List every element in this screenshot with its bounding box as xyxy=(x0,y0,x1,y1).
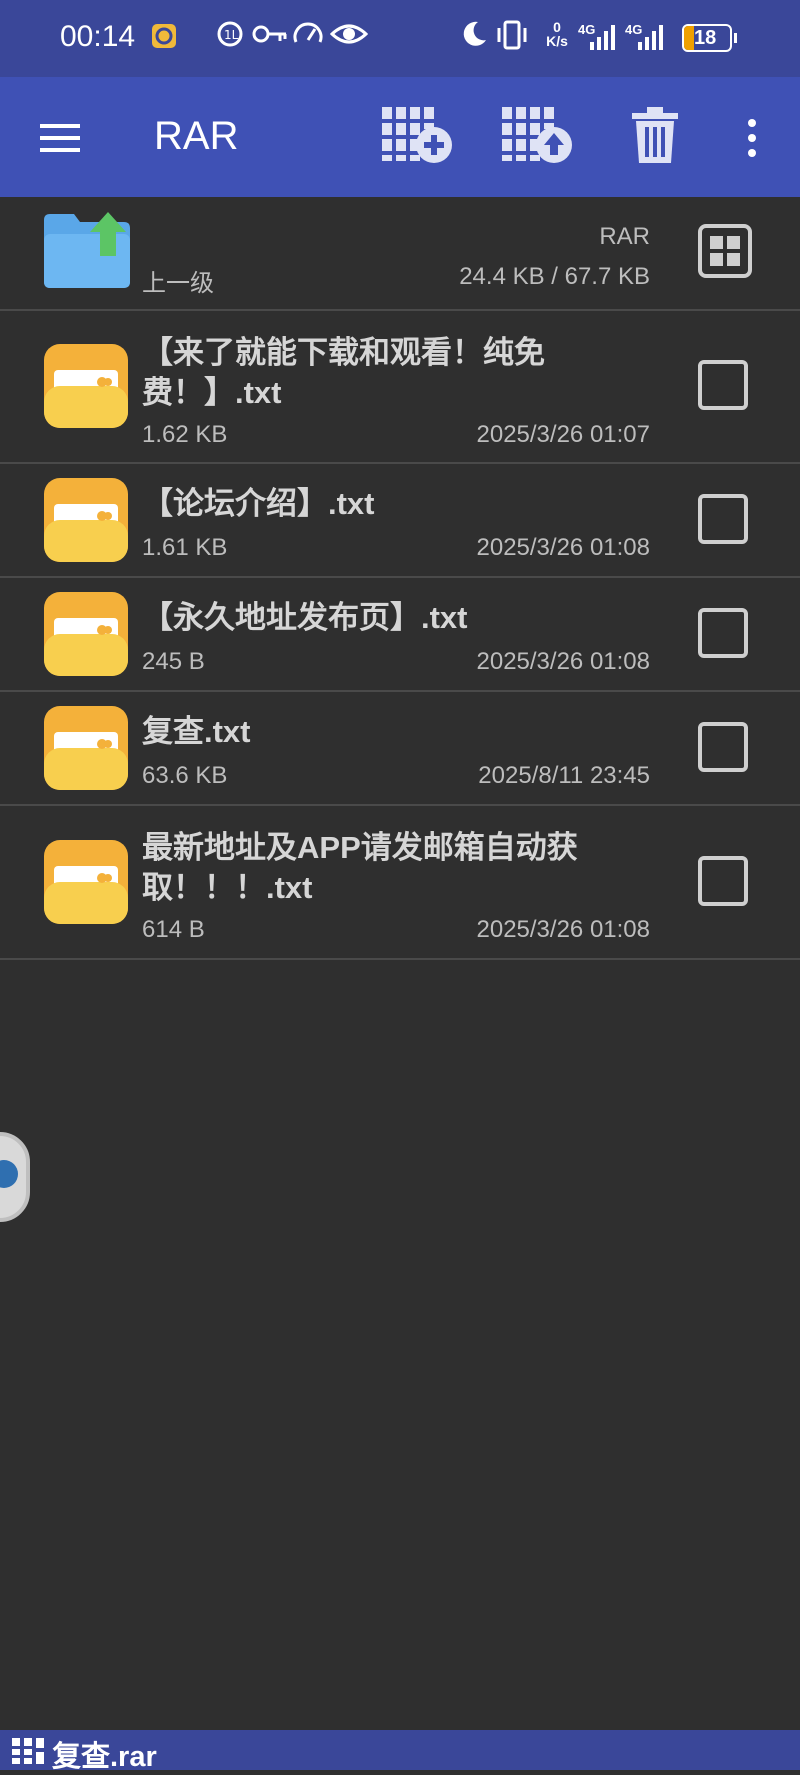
file-row[interactable]: 【永久地址发布页】.txt 245 B 2025/3/26 01:08 xyxy=(0,578,800,692)
file-row[interactable]: 复查.txt 63.6 KB 2025/8/11 23:45 xyxy=(0,692,800,806)
file-checkbox[interactable] xyxy=(698,494,748,544)
archive-size-ratio: 24.4 KB / 67.7 KB xyxy=(459,263,650,290)
file-row[interactable]: 最新地址及APP请发邮箱自动获 取！！！.txt 614 B 2025/3/26… xyxy=(0,806,800,960)
file-size: 1.61 KB xyxy=(142,534,228,561)
grid-view-icon[interactable] xyxy=(698,224,752,278)
net-speed-indicator: 0 K/s xyxy=(545,20,569,48)
status-time: 00:14 xyxy=(60,20,136,53)
battery-icon: 18 xyxy=(682,24,732,52)
file-checkbox[interactable] xyxy=(698,360,748,410)
assistant-icon xyxy=(0,1160,18,1188)
file-date: 2025/8/11 23:45 xyxy=(478,762,650,789)
file-size: 614 B xyxy=(142,916,205,943)
file-name: 复查.txt xyxy=(142,714,251,749)
net-speed-unit: K/s xyxy=(546,33,568,49)
svg-text:1L: 1L xyxy=(224,28,239,42)
vpn-key-icon xyxy=(252,25,287,43)
file-name-line2: 取！！！.txt xyxy=(142,870,313,905)
file-row[interactable]: 【来了就能下载和观看！纯免 费！】.txt 1.62 KB 2025/3/26 … xyxy=(0,311,800,464)
signal-sim2-icon xyxy=(638,25,663,50)
extract-upload-icon[interactable] xyxy=(500,105,574,165)
app-notification-icon xyxy=(152,24,176,48)
speed-meter-icon xyxy=(293,22,323,43)
add-to-archive-icon[interactable] xyxy=(380,105,454,165)
archive-grid-icon xyxy=(12,1738,44,1764)
file-checkbox[interactable] xyxy=(698,856,748,906)
file-row[interactable]: 【论坛介绍】.txt 1.61 KB 2025/3/26 01:08 xyxy=(0,464,800,578)
more-vert-icon[interactable] xyxy=(744,117,760,159)
file-checkbox[interactable] xyxy=(698,722,748,772)
file-name: 【论坛介绍】.txt xyxy=(142,486,375,521)
parent-label: 上一级 xyxy=(142,270,214,297)
file-folder-icon xyxy=(44,478,128,562)
archive-name: RAR xyxy=(599,223,650,250)
status-bar: 00:14 1L 0 K/s 4G 4G 18 xyxy=(0,0,800,77)
file-folder-icon xyxy=(44,344,128,428)
file-size: 245 B xyxy=(142,648,205,675)
file-name-line1: 【来了就能下载和观看！纯免 xyxy=(142,335,545,370)
file-folder-icon xyxy=(44,840,128,924)
file-name-line1: 最新地址及APP请发邮箱自动获 xyxy=(142,830,578,865)
menu-icon[interactable] xyxy=(38,121,82,155)
signal-sim1-icon xyxy=(590,25,615,50)
file-folder-icon xyxy=(44,592,128,676)
parent-folder-up-icon xyxy=(44,212,130,288)
file-date: 2025/3/26 01:08 xyxy=(476,534,651,561)
file-date: 2025/3/26 01:08 xyxy=(476,648,651,675)
data-saver-icon: 1L xyxy=(217,21,243,47)
parent-directory-row[interactable]: 上一级 RAR 24.4 KB / 67.7 KB xyxy=(0,197,800,311)
bottom-archive-bar[interactable]: 复查.rar xyxy=(0,1730,800,1773)
do-not-disturb-moon-icon xyxy=(463,21,486,46)
file-name: 【永久地址发布页】.txt xyxy=(142,600,468,635)
battery-level: 18 xyxy=(694,27,717,49)
file-size: 1.62 KB xyxy=(142,421,228,448)
vibrate-icon xyxy=(497,20,527,50)
file-folder-icon xyxy=(44,706,128,790)
file-checkbox[interactable] xyxy=(698,608,748,658)
current-archive-name: 复查.rar xyxy=(52,1741,157,1773)
battery-tip xyxy=(734,33,737,43)
floating-assistant-button[interactable] xyxy=(0,1132,30,1222)
file-name-line2: 费！】.txt xyxy=(142,375,282,410)
page-title: RAR xyxy=(154,114,239,158)
file-date: 2025/3/26 01:07 xyxy=(476,421,651,448)
file-size: 63.6 KB xyxy=(142,762,228,789)
app-bar: RAR xyxy=(0,77,800,197)
file-date: 2025/3/26 01:08 xyxy=(476,916,651,943)
trash-icon[interactable] xyxy=(630,105,680,165)
eye-icon xyxy=(330,24,368,44)
